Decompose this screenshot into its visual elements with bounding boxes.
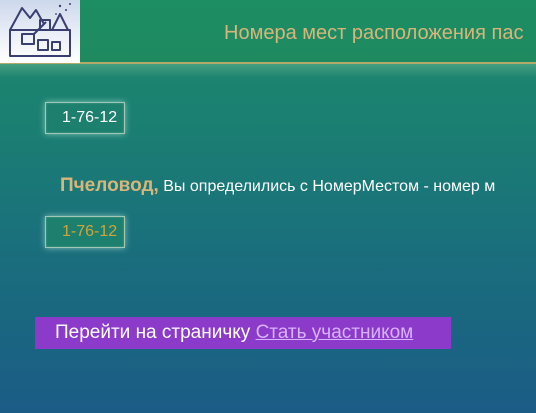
page-title: Номера мест расположения пас xyxy=(224,22,524,44)
house-sketch-logo-icon xyxy=(9,3,71,57)
cta-prefix: Перейти на страничку xyxy=(55,322,256,343)
message-text: Вы определились с НомерМестом - номер м xyxy=(158,178,496,195)
user-name: Пчеловод, xyxy=(60,175,159,196)
selected-place-number-box[interactable]: 1-76-12 xyxy=(45,216,125,248)
become-participant-link[interactable]: Стать участником xyxy=(256,322,414,343)
logo[interactable] xyxy=(0,0,80,63)
confirmation-message: Пчеловод, Вы определились с НомерМестом … xyxy=(60,174,495,199)
place-number-box[interactable]: 1-76-12 xyxy=(45,102,125,134)
header-bar: Номера мест расположения пас xyxy=(0,0,536,64)
cta-bar: Перейти на страничку Стать участником xyxy=(35,317,451,349)
header-glow xyxy=(0,64,536,78)
